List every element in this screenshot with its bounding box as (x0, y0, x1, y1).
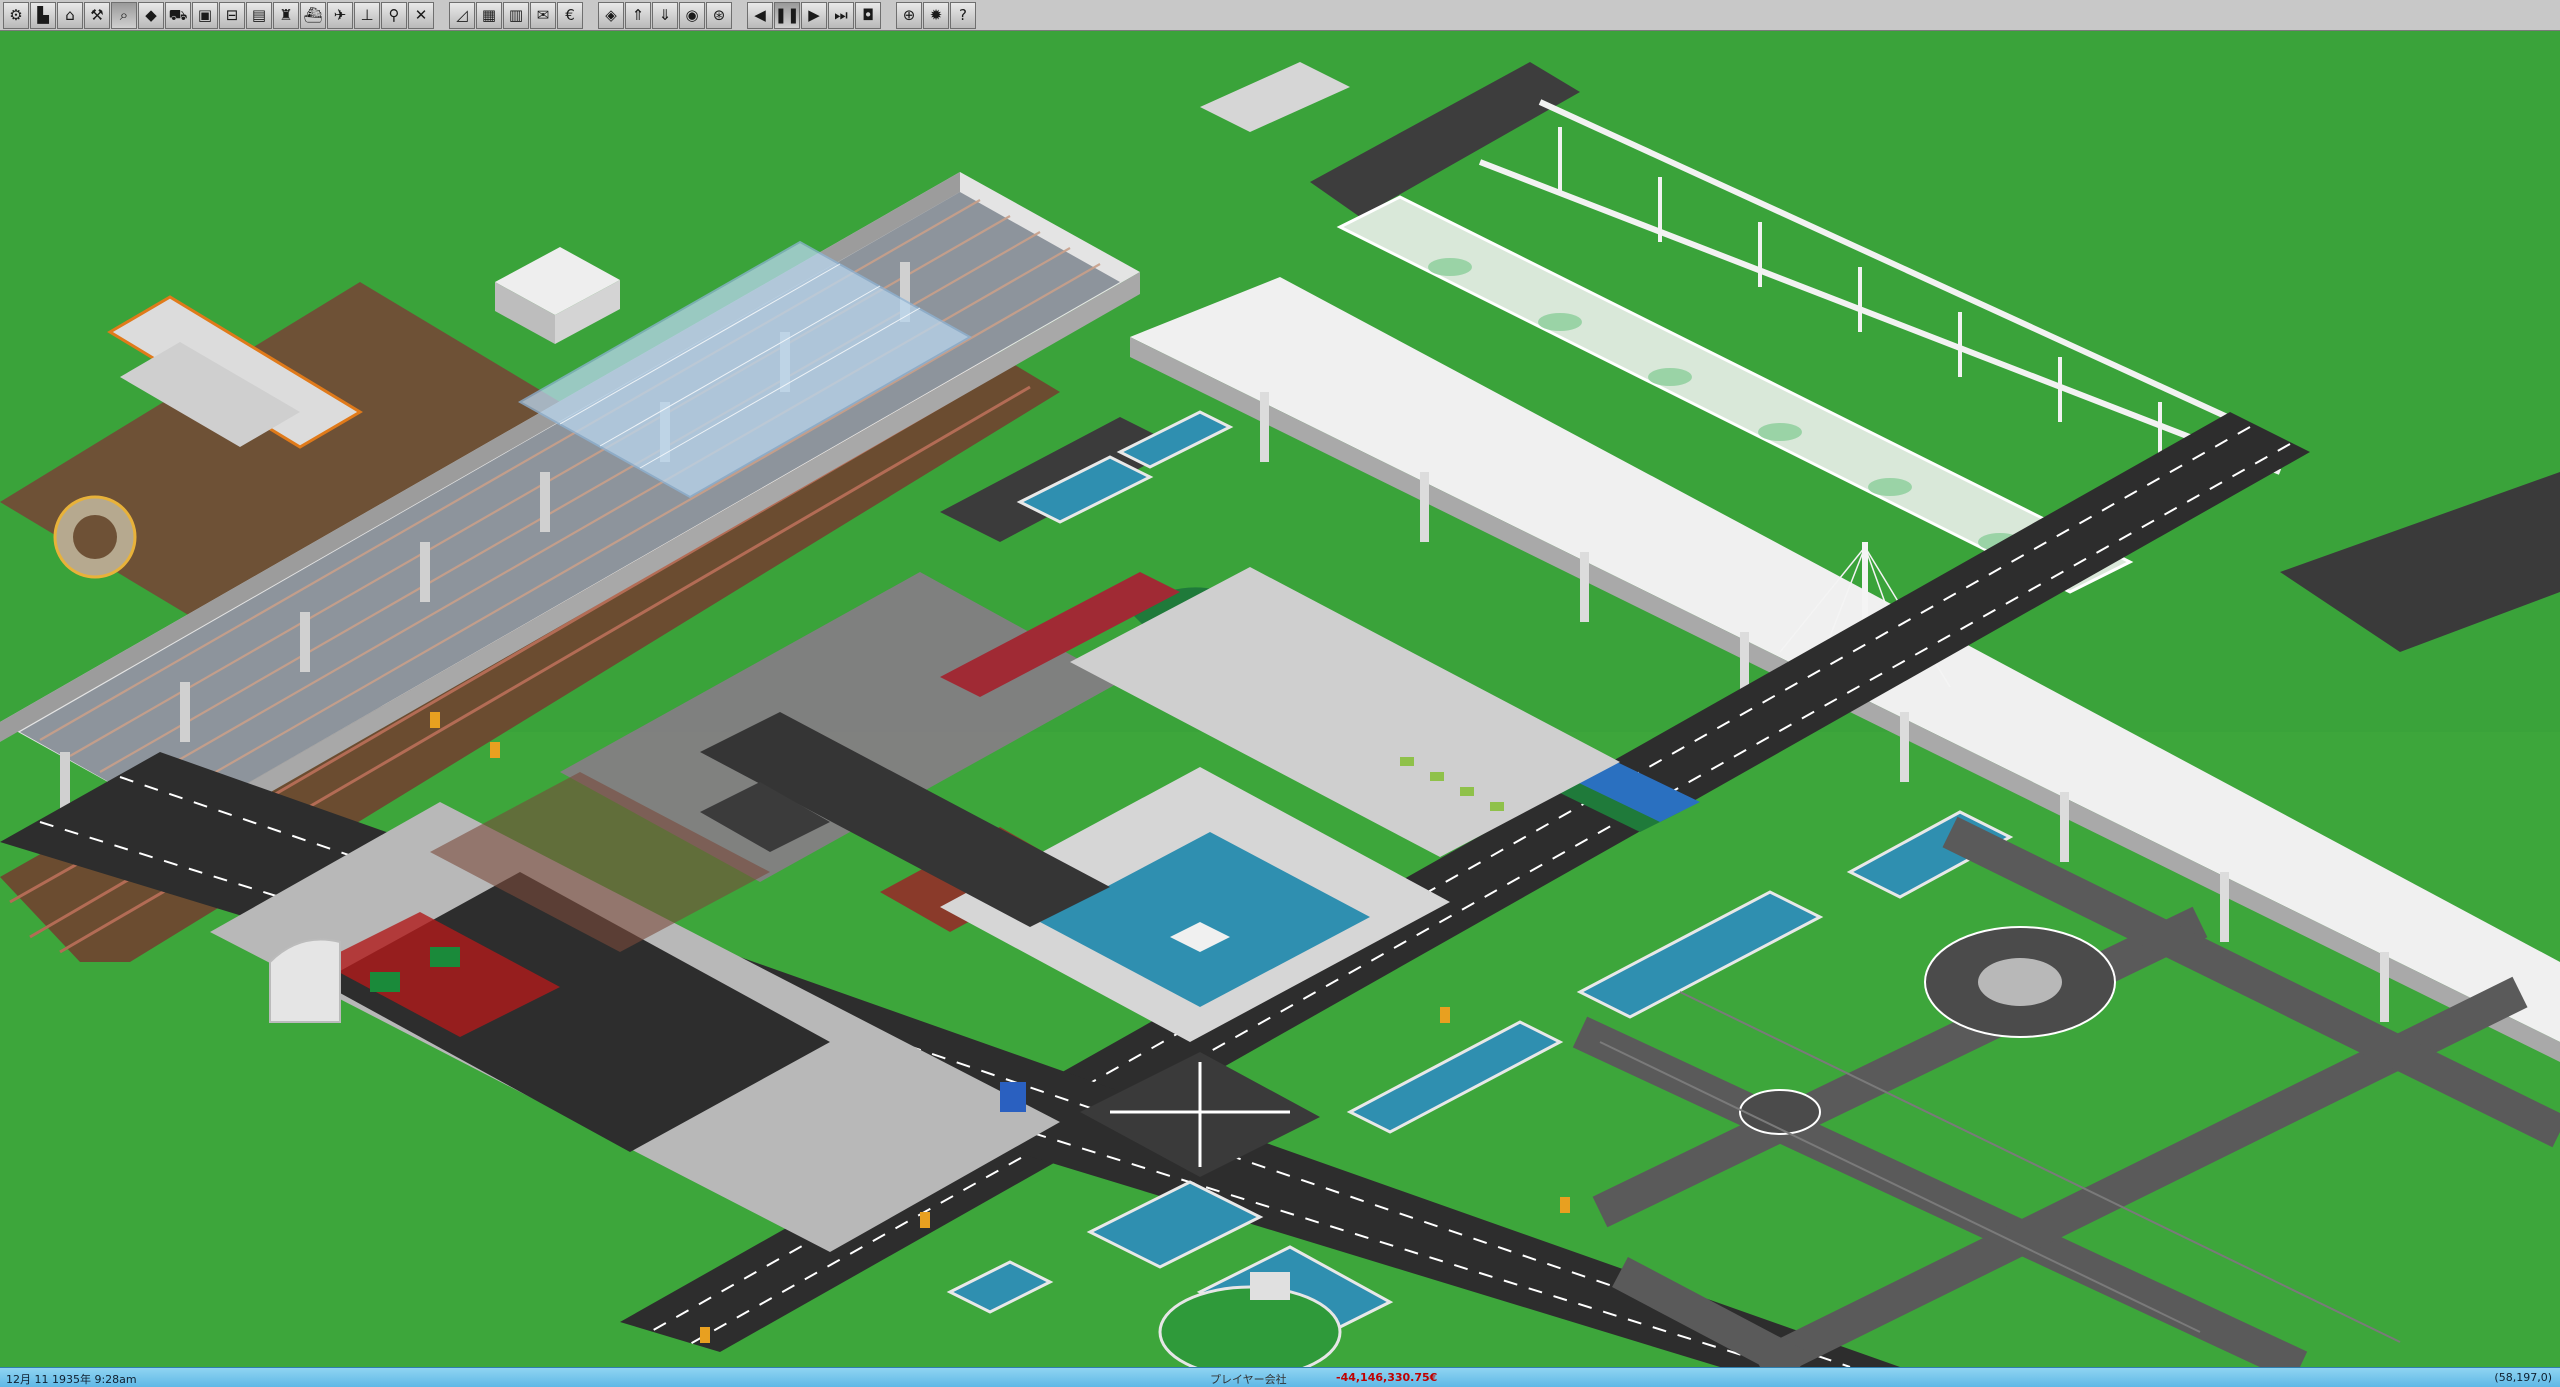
game-map-viewport[interactable] (0, 32, 2560, 1367)
mail-icon: ✉ (536, 5, 550, 24)
remove-icon: ✕ (414, 5, 428, 24)
truck-button[interactable]: ⊟ (219, 1, 245, 29)
airplane-icon: ✈ (333, 5, 347, 24)
finance-icon: ▥ (508, 5, 524, 24)
network-icon: ⊛ (712, 5, 726, 24)
factory-button[interactable]: ▙ (30, 1, 56, 29)
road-vehicle-icon: ⛟ (168, 5, 188, 24)
layer-icon: ◈ (605, 5, 617, 24)
list-button[interactable]: ▦ (476, 1, 502, 29)
layer-up-button[interactable]: ⇑ (625, 1, 651, 29)
network-button[interactable]: ⊛ (706, 1, 732, 29)
step-back-button[interactable]: ◀ (747, 1, 773, 29)
remove-button[interactable]: ✕ (408, 1, 434, 29)
cursor-coordinates: (58,197,0) (2494, 1371, 2552, 1384)
isometric-map[interactable] (0, 32, 2560, 1367)
layer-down-icon: ⇓ (658, 5, 672, 24)
bus-button[interactable]: ▣ (192, 1, 218, 29)
list-icon: ▦ (481, 5, 497, 24)
ship-button[interactable]: ⛴ (300, 1, 326, 29)
train-button[interactable]: ▤ (246, 1, 272, 29)
tunnel-portal (269, 938, 341, 1023)
depot-icon: ⌂ (65, 5, 75, 24)
game-date: 12月 11 1935年 9:28am (6, 1373, 137, 1386)
settings-icon: ⚙ (9, 5, 23, 24)
fast-forward-button[interactable]: ⏭ (828, 1, 854, 29)
road-vehicle-button[interactable]: ⛟ (165, 1, 191, 29)
layer-up-icon: ⇑ (631, 5, 645, 24)
gear-icon: ✹ (929, 5, 943, 24)
euro-button[interactable]: € (557, 1, 583, 29)
account-balance: -44,146,330.75€ (1336, 1371, 1438, 1384)
train-icon: ▤ (251, 5, 267, 24)
small-roundabout (1739, 1089, 1821, 1135)
help-icon: ? (959, 5, 967, 24)
fast-forward-icon: ⏭ (834, 5, 848, 24)
layer-down-button[interactable]: ⇓ (652, 1, 678, 29)
player-company-name: プレイヤー会社 (1210, 1373, 1287, 1386)
slope-button[interactable]: ◿ (449, 1, 475, 29)
mail-button[interactable]: ✉ (530, 1, 556, 29)
camera-icon: ◘ (862, 5, 874, 24)
step-back-icon: ◀ (754, 5, 766, 24)
finance-button[interactable]: ▥ (503, 1, 529, 29)
play-button[interactable]: ▶ (801, 1, 827, 29)
hammer-button[interactable]: ⚒ (84, 1, 110, 29)
depot-button[interactable]: ⌂ (57, 1, 83, 29)
bus-icon: ▣ (197, 5, 213, 24)
gear-button[interactable]: ✹ (923, 1, 949, 29)
status-bar: 12月 11 1935年 9:28am プレイヤー会社 -44,146,330.… (0, 1367, 2560, 1387)
terrain-button[interactable]: ◆ (138, 1, 164, 29)
camera-button[interactable]: ◘ (855, 1, 881, 29)
help-button[interactable]: ? (950, 1, 976, 29)
screenshot-button[interactable]: ◉ (679, 1, 705, 29)
main-toolbar: ⚙ ▙ ⌂ ⚒ ⌕ ◆ ⛟ ▣ ⊟ ▤ ♜ ⛴ ✈ ⊥ ⚲ ✕ ◿ ▦ ▥ ✉ € ◈ ⇑ ⇓ ◉ ⊛ ◀ ❚❚ ▶ ⏭ ◘ ⊕ ✹? (0, 0, 2560, 31)
tools-button[interactable]: ⚲ (381, 1, 407, 29)
globe-button[interactable]: ⊕ (896, 1, 922, 29)
ship-icon: ⛴ (303, 5, 323, 24)
hammer-icon: ⚒ (90, 5, 104, 24)
magnifier-button[interactable]: ⌕ (111, 1, 137, 29)
tram-icon: ♜ (279, 5, 293, 24)
crane-button[interactable]: ⊥ (354, 1, 380, 29)
settings-button[interactable]: ⚙ (3, 1, 29, 29)
pause-icon: ❚❚ (774, 5, 800, 24)
euro-icon: € (565, 5, 575, 24)
globe-icon: ⊕ (902, 5, 916, 24)
airplane-button[interactable]: ✈ (327, 1, 353, 29)
pause-button[interactable]: ❚❚ (774, 1, 800, 29)
magnifier-icon: ⌕ (119, 5, 129, 24)
factory-icon: ▙ (37, 5, 49, 24)
tools-icon: ⚲ (388, 5, 400, 24)
play-icon: ▶ (808, 5, 820, 24)
terrain-icon: ◆ (145, 5, 157, 24)
tram-button[interactable]: ♜ (273, 1, 299, 29)
screenshot-icon: ◉ (685, 5, 699, 24)
slope-icon: ◿ (456, 5, 468, 24)
crane-icon: ⊥ (360, 5, 374, 24)
truck-icon: ⊟ (225, 5, 239, 24)
layer-button[interactable]: ◈ (598, 1, 624, 29)
